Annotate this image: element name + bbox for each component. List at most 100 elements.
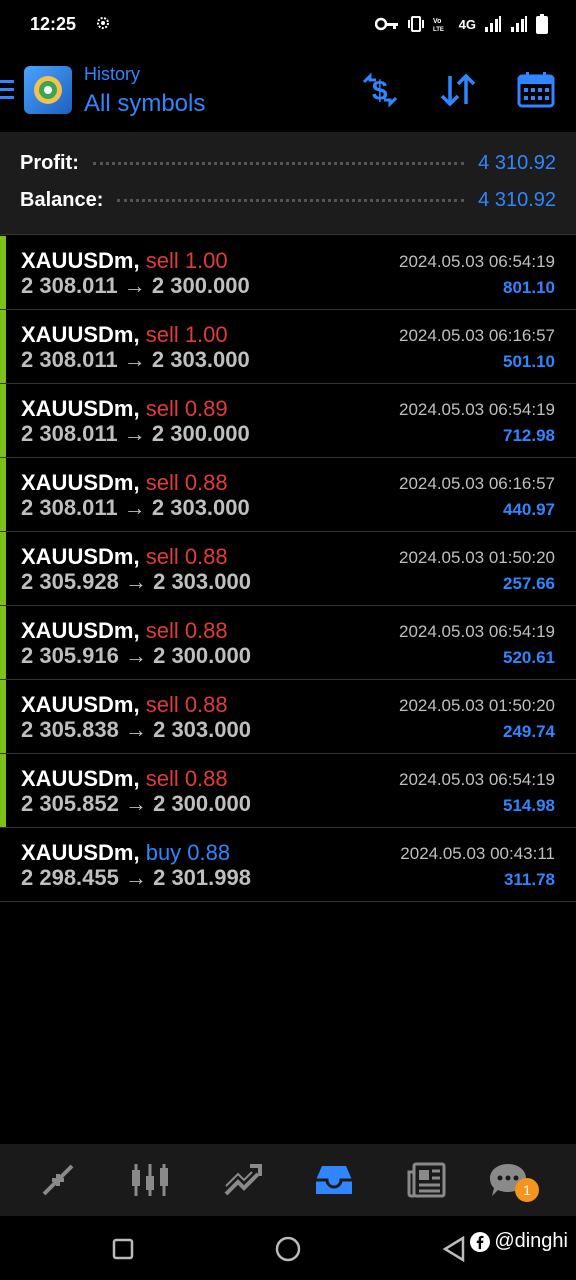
sort-icon[interactable]	[438, 70, 478, 110]
trade-row[interactable]: XAUUSDm, sell 0.88 2 305.838 → 2 303.000 2…	[0, 680, 576, 754]
trade-type: sell 1.00	[145, 248, 228, 273]
trade-profit: 440.97	[503, 500, 555, 519]
balance-value: 4 310.92	[478, 188, 556, 211]
trade-type: sell 1.00	[145, 322, 228, 347]
profit-value: 4 310.92	[478, 151, 556, 174]
trade-type: sell 0.88	[145, 544, 228, 569]
trade-row[interactable]: XAUUSDm, sell 0.88 2 305.852 → 2 300.000 2…	[0, 754, 576, 828]
bottom-nav	[0, 1144, 576, 1216]
trade-profit: 311.78	[503, 870, 555, 889]
trade-row[interactable]: XAUUSDm, sell 0.89 2 308.011 → 2 300.000 2…	[0, 384, 576, 458]
trade-row[interactable]: XAUUSDm, buy 0.88 2 298.455 → 2 301.998 20…	[0, 828, 576, 902]
trade-row[interactable]: XAUUSDm, sell 0.88 2 305.916 → 2 300.000 2…	[0, 606, 576, 680]
gear-icon	[97, 17, 109, 29]
svg-text:LTE: LTE	[433, 27, 444, 32]
trade-row[interactable]: XAUUSDm, sell 1.00 2 308.011 → 2 303.000 2…	[0, 310, 576, 384]
dollar-exchange-icon[interactable]: $	[360, 70, 400, 110]
position-bar	[0, 236, 6, 309]
trade-symbol: XAUUSDm,	[21, 692, 140, 717]
trade-prices: 2 305.838 → 2 303.000	[21, 717, 251, 742]
trade-profit: 514.98	[503, 796, 555, 815]
trade-symbol: XAUUSDm,	[21, 322, 140, 347]
trade-prices: 2 298.455 → 2 301.998	[21, 865, 251, 890]
trade-datetime: 2024.05.03 06:16:57	[399, 326, 555, 345]
back-icon[interactable]	[442, 1236, 466, 1262]
trade-prices: 2 308.011 → 2 303.000	[21, 495, 250, 520]
trade-prices: 2 305.852 → 2 300.000	[21, 791, 251, 816]
trade-datetime: 2024.05.03 00:43:11	[400, 844, 555, 863]
trade-profit: 249.74	[503, 722, 555, 741]
trade-type: buy 0.88	[145, 840, 231, 865]
position-bar	[0, 754, 6, 827]
position-bar	[0, 458, 6, 531]
position-bar	[0, 532, 6, 605]
profit-label: Profit:	[20, 151, 79, 174]
quotes-icon[interactable]	[38, 1160, 78, 1200]
trade-datetime: 2024.05.03 01:50:20	[399, 548, 555, 567]
trade-profit: 712.98	[503, 426, 555, 445]
trade-type: sell 0.88	[145, 470, 228, 495]
chart-icon[interactable]	[130, 1160, 170, 1200]
trade-row[interactable]: XAUUSDm, sell 0.88 2 308.011 → 2 303.000 2…	[0, 458, 576, 532]
trade-type: sell 0.89	[145, 396, 228, 421]
trade-prices: 2 308.011 → 2 300.000	[21, 273, 250, 298]
trade-symbol: XAUUSDm,	[21, 396, 140, 421]
position-bar	[0, 606, 6, 679]
trade-type: sell 0.88	[145, 692, 228, 717]
balance-row: Balance: 4 310.92	[20, 185, 556, 215]
balance-label: Balance:	[20, 188, 104, 211]
svg-text:Vo: Vo	[433, 18, 441, 25]
facebook-icon	[470, 1231, 491, 1252]
trade-datetime: 2024.05.03 06:54:19	[399, 400, 555, 419]
app-logo	[24, 66, 72, 114]
volte-icon: Vo LTE	[433, 18, 444, 32]
status-time: 12:25	[30, 14, 77, 34]
trade-datetime: 2024.05.03 06:54:19	[399, 770, 555, 789]
position-bar	[0, 384, 6, 457]
status-bar: 12:25 Vo LTE 4G	[0, 0, 576, 48]
signal-icon	[511, 16, 527, 32]
trade-type: sell 0.88	[145, 766, 228, 791]
news-icon[interactable]	[406, 1160, 446, 1200]
trade-prices: 2 308.011 → 2 303.000	[21, 347, 250, 372]
trade-profit: 501.10	[503, 352, 555, 371]
trade-symbol: XAUUSDm,	[21, 544, 140, 569]
dotted-leader	[92, 161, 465, 165]
network-type: 4G	[458, 16, 476, 32]
calendar-icon[interactable]	[516, 70, 556, 110]
recents-icon[interactable]	[112, 1238, 134, 1260]
trade-symbol: XAUUSDm,	[21, 766, 140, 791]
position-bar	[0, 680, 6, 753]
trade-row[interactable]: XAUUSDm, sell 1.00 2 308.011 → 2 300.000 2…	[0, 236, 576, 310]
page-title[interactable]: All symbols	[84, 90, 205, 118]
summary-panel: Profit: 4 310.92 Balance: 4 310.92	[0, 132, 576, 235]
key-icon	[374, 17, 398, 31]
signal-icon	[485, 16, 501, 32]
menu-icon[interactable]	[0, 78, 14, 102]
dotted-leader	[117, 198, 465, 202]
trade-symbol: XAUUSDm,	[21, 248, 140, 273]
status-icons: Vo LTE 4G	[374, 14, 548, 34]
trade-symbol: XAUUSDm,	[21, 840, 140, 865]
position-bar	[0, 828, 6, 901]
trade-datetime: 2024.05.03 06:54:19	[399, 622, 555, 641]
trade-profit: 801.10	[503, 278, 555, 297]
trade-list: XAUUSDm, sell 1.00 2 308.011 → 2 300.000 2…	[0, 236, 576, 902]
trade-icon[interactable]	[222, 1160, 262, 1200]
trade-prices: 2 308.011 → 2 300.000	[21, 421, 250, 446]
trade-profit: 257.66	[503, 574, 555, 593]
home-icon[interactable]	[275, 1236, 301, 1262]
trade-row[interactable]: XAUUSDm, sell 0.88 2 305.928 → 2 303.000 2…	[0, 532, 576, 606]
chat-badge: 1	[515, 1178, 539, 1202]
battery-icon	[536, 14, 548, 34]
vibrate-icon	[407, 16, 424, 32]
app-header: History All symbols $	[0, 52, 576, 132]
history-icon[interactable]	[314, 1160, 354, 1200]
trade-datetime: 2024.05.03 01:50:20	[399, 696, 555, 715]
trade-datetime: 2024.05.03 06:16:57	[399, 474, 555, 493]
profit-row: Profit: 4 310.92	[20, 148, 556, 178]
trade-symbol: XAUUSDm,	[21, 618, 140, 643]
watermark-text: @dinghi	[494, 1230, 568, 1252]
trade-type: sell 0.88	[145, 618, 228, 643]
trade-prices: 2 305.928 → 2 303.000	[21, 569, 251, 594]
